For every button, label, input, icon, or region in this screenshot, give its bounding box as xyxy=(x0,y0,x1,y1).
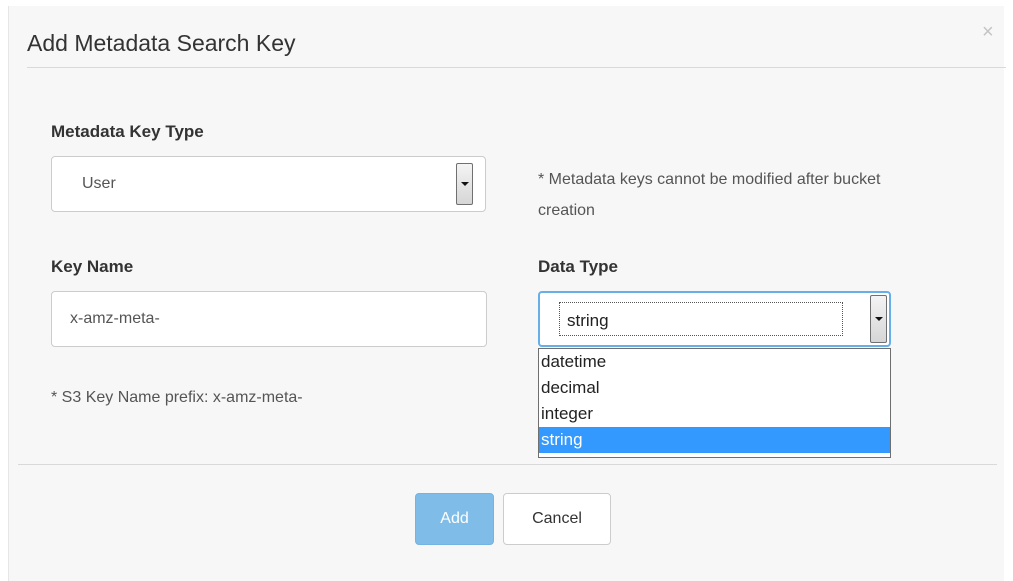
option-string[interactable]: string xyxy=(539,427,890,453)
key-name-field[interactable] xyxy=(51,291,487,347)
data-type-select[interactable]: string xyxy=(538,291,891,347)
header-divider xyxy=(27,67,1006,68)
chevron-down-icon xyxy=(875,317,883,321)
s3-prefix-note: * S3 Key Name prefix: x-amz-meta- xyxy=(51,389,303,406)
chevron-down-icon xyxy=(461,182,469,186)
data-type-focus-ring: string xyxy=(559,302,843,336)
metadata-keys-note: * Metadata keys cannot be modified after… xyxy=(538,171,881,219)
metadata-key-type-label: Metadata Key Type xyxy=(51,122,204,141)
data-type-label: Data Type xyxy=(538,257,618,276)
close-icon[interactable]: × xyxy=(982,22,994,42)
add-button[interactable]: Add xyxy=(415,493,494,545)
cancel-button[interactable]: Cancel xyxy=(503,493,611,545)
option-integer[interactable]: integer xyxy=(539,401,890,427)
metadata-key-type-dropdown-button[interactable] xyxy=(456,163,473,205)
data-type-dropdown-button[interactable] xyxy=(870,295,887,343)
option-datetime[interactable]: datetime xyxy=(539,349,890,375)
metadata-key-type-select[interactable]: User xyxy=(51,156,486,212)
metadata-key-type-value: User xyxy=(82,175,116,192)
key-name-label: Key Name xyxy=(51,257,134,276)
option-decimal[interactable]: decimal xyxy=(539,375,890,401)
key-name-input[interactable] xyxy=(70,308,450,330)
dialog-title: Add Metadata Search Key xyxy=(27,30,296,56)
data-type-options-list: datetime decimal integer string xyxy=(538,348,891,458)
data-type-value: string xyxy=(567,311,609,330)
footer-divider xyxy=(18,464,997,465)
